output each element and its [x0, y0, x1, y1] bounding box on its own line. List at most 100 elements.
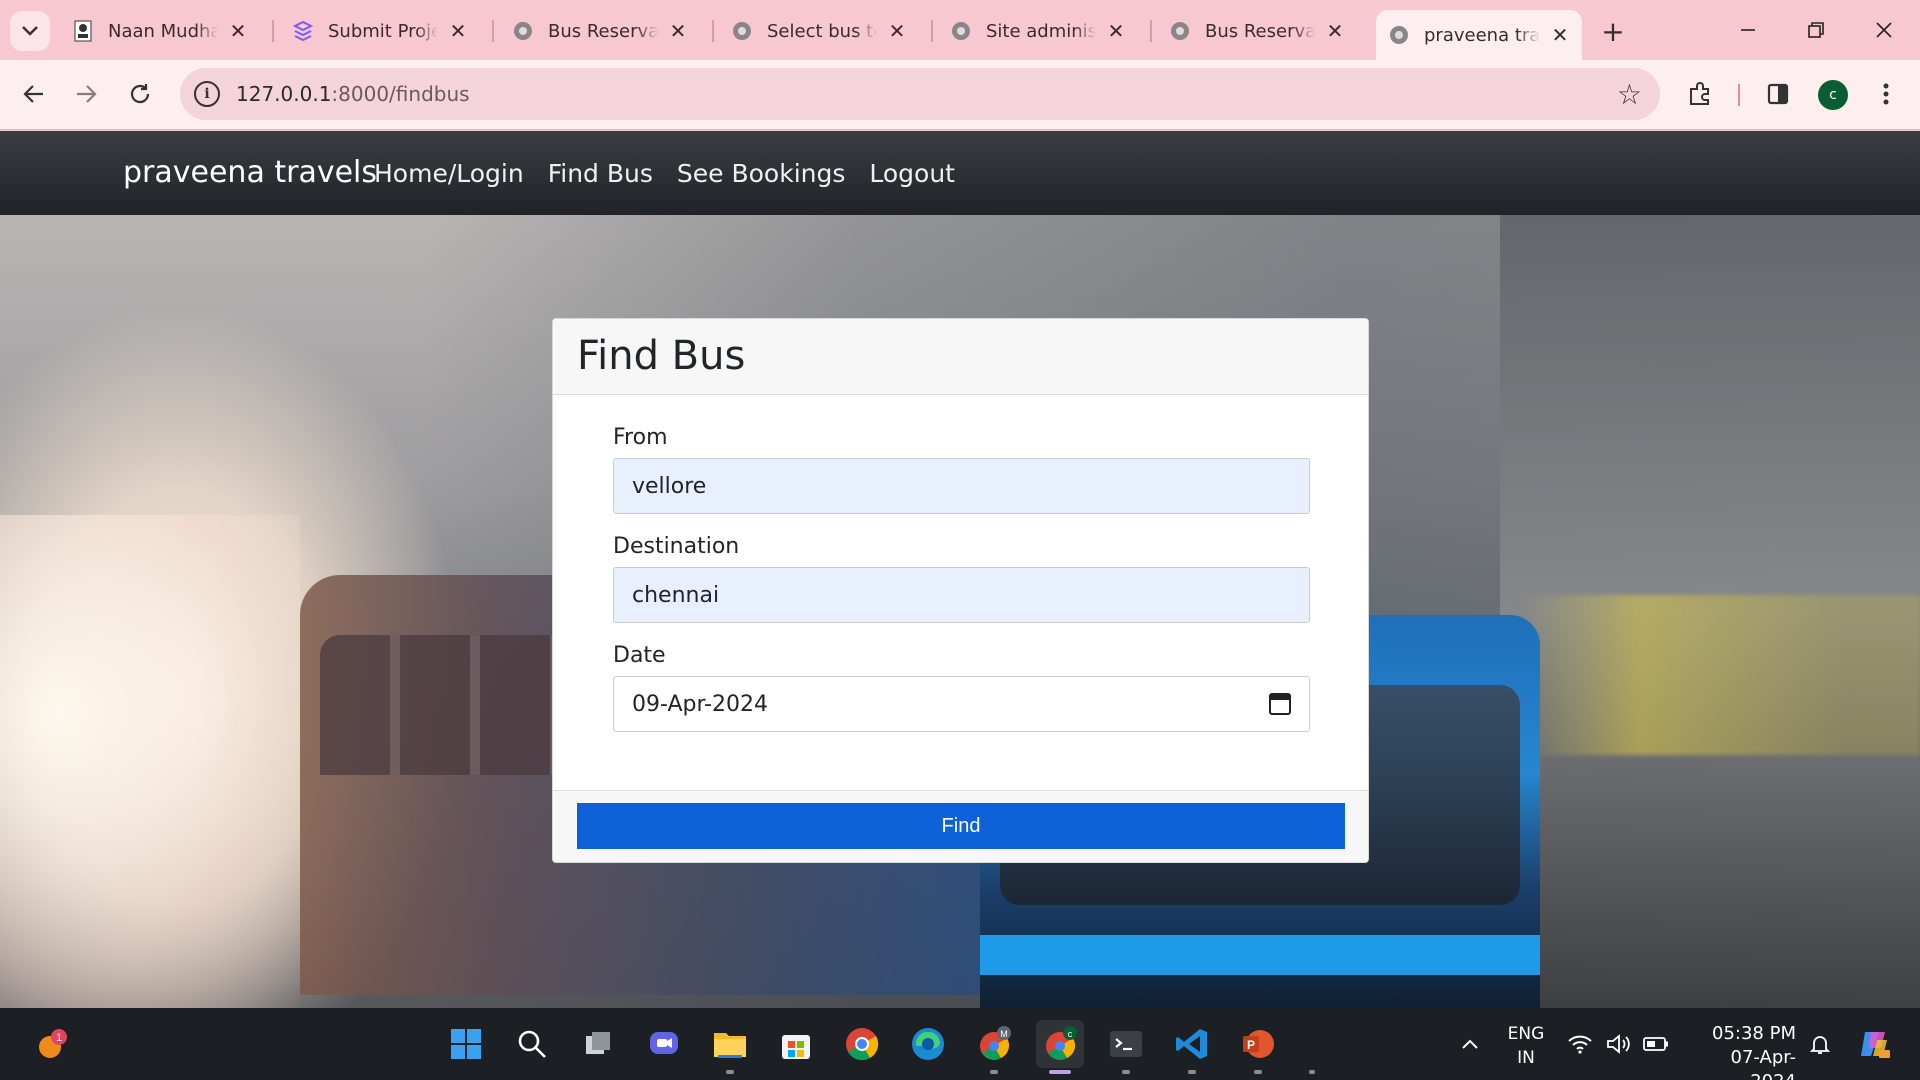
destination-input[interactable]: chennai [613, 567, 1310, 623]
teams-chat-button[interactable] [640, 1020, 688, 1068]
running-indicator [726, 1070, 734, 1074]
battery-status[interactable] [1636, 1020, 1676, 1068]
card-header: Find Bus [553, 319, 1368, 395]
browser-tab-2[interactable]: Submit Project ✕ [280, 10, 480, 52]
minimize-button[interactable] [1714, 0, 1782, 60]
forward-button[interactable] [66, 74, 106, 114]
edge-icon [912, 1028, 944, 1060]
tab-title: praveena travels [1424, 24, 1540, 46]
date-label: Date [613, 643, 666, 668]
motion-streak [1520, 595, 1920, 755]
tab-close-icon[interactable]: ✕ [228, 19, 248, 43]
reload-icon [130, 84, 150, 104]
browser-tab-active[interactable]: praveena travels ✕ [1376, 10, 1582, 60]
menu-button[interactable] [1866, 74, 1906, 114]
find-bus-form: From vellore Destination chennai Date 09… [553, 395, 1368, 732]
date-input[interactable]: 09-Apr-2024 [613, 676, 1310, 732]
start-button[interactable] [442, 1020, 490, 1068]
tab-close-icon[interactable]: ✕ [887, 19, 907, 43]
browser-tab-6[interactable]: Bus Reservation ✕ [1157, 10, 1357, 52]
back-button[interactable] [14, 74, 54, 114]
extensions-button[interactable] [1680, 74, 1720, 114]
battery-icon [1643, 1037, 1668, 1051]
tab-close-icon[interactable]: ✕ [1106, 19, 1126, 43]
find-button[interactable]: Find [577, 803, 1345, 849]
tab-search-button[interactable] [10, 11, 50, 51]
tray-overflow-button[interactable] [1446, 1020, 1494, 1068]
region-code: IN [1517, 1048, 1535, 1068]
site-info-icon[interactable]: i [194, 81, 220, 107]
store-icon [782, 1035, 810, 1059]
powerpoint-button[interactable]: P [1234, 1020, 1282, 1074]
task-view-button[interactable] [574, 1020, 622, 1068]
chrome-button[interactable] [838, 1020, 886, 1068]
destination-label: Destination [613, 534, 740, 559]
browser-tab-1[interactable]: Naan Mudhalvan ✕ [60, 10, 260, 52]
tab-title: Bus Reservation [1205, 20, 1315, 42]
edge-button[interactable] [904, 1020, 952, 1068]
clock-time: 05:38 PM [1712, 1023, 1796, 1044]
system-clock[interactable]: 05:38 PM 07-Apr-2024 [1686, 1022, 1796, 1080]
store-button[interactable] [772, 1020, 820, 1068]
tab-title: Bus Reservation [548, 20, 658, 42]
destination-field: Destination chennai [613, 534, 1310, 623]
profile-avatar[interactable]: c [1818, 80, 1848, 110]
notifications-button[interactable] [1800, 1020, 1840, 1068]
url-host: 127.0.0.1 [236, 82, 332, 106]
widgets-button[interactable]: 1 [26, 1020, 74, 1068]
chrome-profile-icon: M [980, 1026, 1011, 1060]
nav-link-home-login[interactable]: Home/Login [374, 159, 524, 188]
from-input[interactable]: vellore [613, 458, 1310, 514]
nav-link-logout[interactable]: Logout [869, 159, 955, 188]
search-button[interactable] [508, 1020, 556, 1068]
light-flare [0, 515, 300, 1008]
tab-close-icon[interactable]: ✕ [668, 19, 688, 43]
browser-tab-3[interactable]: Bus Reservation ✕ [500, 10, 700, 52]
tab-close-icon[interactable]: ✕ [1550, 23, 1570, 47]
running-indicator [1122, 1070, 1130, 1074]
minimize-icon [1741, 29, 1755, 31]
chat-icon [650, 1032, 678, 1054]
browser-tab-4[interactable]: Select bus to ✕ [719, 10, 919, 52]
bookmark-star-icon[interactable]: ☆ [1617, 78, 1642, 111]
nav-link-see-bookings[interactable]: See Bookings [677, 159, 845, 188]
side-panel-button[interactable] [1758, 74, 1798, 114]
chrome-icon [846, 1028, 879, 1061]
terminal-icon [1110, 1031, 1142, 1057]
browser-tab-strip: Naan Mudhalvan ✕ Submit Project ✕ Bus Re… [0, 0, 1920, 60]
restore-button[interactable] [1782, 0, 1850, 60]
tab-separator [931, 20, 933, 42]
chrome-profile-m-button[interactable]: M [970, 1020, 1018, 1074]
globe-icon [512, 20, 534, 42]
browser-tab-5[interactable]: Site administration ✕ [938, 10, 1138, 52]
chevron-up-icon [1462, 1039, 1478, 1049]
site-brand[interactable]: praveena travels [123, 155, 377, 190]
address-bar[interactable]: i 127.0.0.1:8000/findbus ☆ [180, 68, 1660, 120]
stack-favicon-icon [292, 20, 314, 42]
file-explorer-button[interactable] [706, 1020, 754, 1074]
language-code: ENG [1507, 1024, 1545, 1044]
close-window-button[interactable] [1850, 0, 1918, 60]
active-indicator [1049, 1070, 1071, 1074]
chrome-profile-c-button[interactable]: c [1036, 1020, 1084, 1074]
tab-close-icon[interactable]: ✕ [1325, 19, 1345, 43]
language-indicator[interactable]: ENG IN [1496, 1022, 1556, 1070]
globe-icon [950, 20, 972, 42]
vscode-button[interactable] [1168, 1020, 1216, 1074]
tab-separator [492, 20, 494, 42]
copilot-button[interactable] [1850, 1020, 1898, 1068]
wifi-icon [1568, 1035, 1592, 1054]
date-field: Date 09-Apr-2024 [613, 643, 1310, 732]
new-tab-button[interactable]: + [1596, 14, 1630, 48]
running-indicator [1188, 1070, 1196, 1074]
volume-status[interactable] [1598, 1020, 1638, 1068]
tab-title: Submit Project [328, 20, 438, 42]
terminal-button[interactable] [1102, 1020, 1150, 1074]
tab-close-icon[interactable]: ✕ [448, 19, 468, 43]
calendar-icon[interactable] [1269, 693, 1291, 715]
nav-link-find-bus[interactable]: Find Bus [548, 159, 653, 188]
task-view-icon [586, 1032, 610, 1054]
folder-icon [714, 1033, 746, 1058]
reload-button[interactable] [120, 74, 160, 114]
wifi-status[interactable] [1560, 1020, 1600, 1068]
